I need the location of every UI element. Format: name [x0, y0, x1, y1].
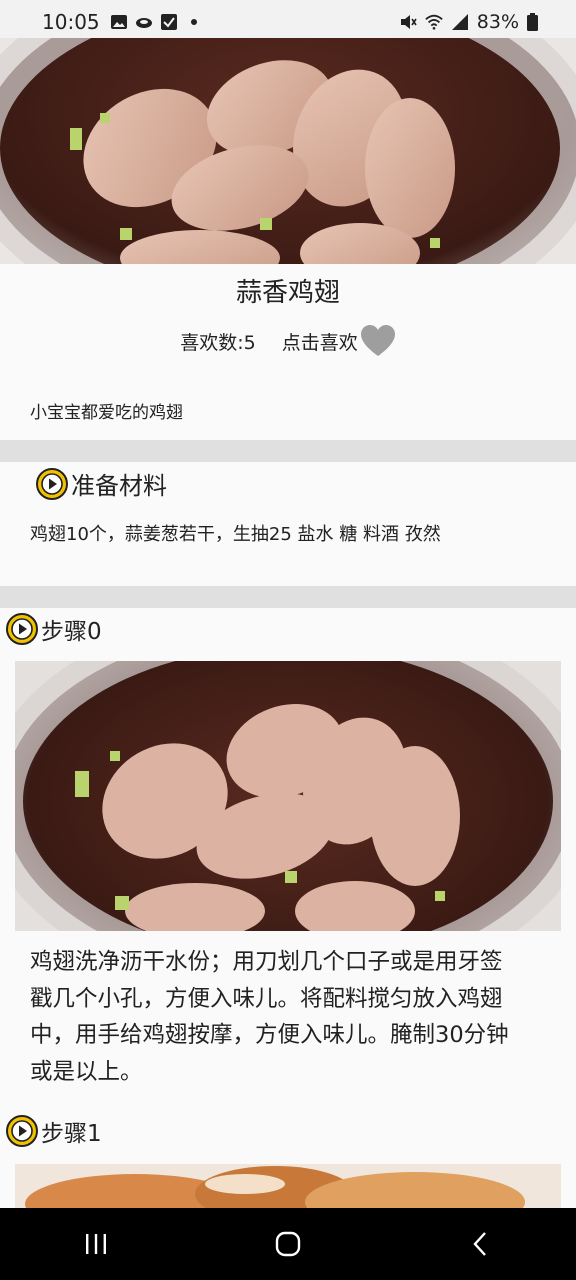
system-navbar	[0, 1208, 576, 1280]
back-icon	[473, 1232, 486, 1256]
step-text-line: 或是以上。	[30, 1058, 143, 1085]
battery-percent: 83%	[476, 11, 519, 33]
step-text-line: 鸡翅洗净沥干水份；用刀划几个口子或是用牙签	[30, 949, 503, 975]
play-circle-icon	[6, 613, 38, 645]
play-circle-icon	[36, 467, 68, 500]
like-row: 喜欢数:5 点击喜欢	[0, 324, 576, 358]
gallery-icon	[110, 15, 127, 29]
recipe-description: 小宝宝都爱吃的鸡翅	[30, 403, 183, 423]
step-label: 步骤0	[41, 619, 102, 645]
like-button-label: 点击喜欢	[281, 331, 358, 354]
status-time: 10:05	[42, 10, 100, 34]
back-button[interactable]	[450, 1214, 510, 1274]
mute-icon	[400, 15, 417, 29]
materials-section: 准备材料 鸡翅10个，蒜姜葱若干，生抽25 盐水 糖 料酒 孜然	[0, 462, 576, 586]
materials-text: 鸡翅10个，蒜姜葱若干，生抽25 盐水 糖 料酒 孜然	[30, 524, 441, 545]
battery-icon	[527, 13, 538, 31]
wifi-icon	[425, 14, 443, 30]
step-image	[15, 1164, 561, 1208]
step-text-line: 中，用手给鸡翅按摩，方便入味儿。腌制30分钟	[30, 1022, 509, 1048]
step-description: 鸡翅洗净沥干水份；用刀划几个口子或是用牙签 戳几个小孔，方便入味儿。将配料搅匀放…	[30, 944, 576, 1090]
step-image	[15, 661, 561, 931]
divider	[0, 586, 576, 608]
step-header: 步骤1	[5, 1114, 102, 1148]
steps-section: 步骤0 鸡翅洗净沥干水份；用刀划几个口子或是用牙签 戳几个小孔，方便入味儿。将配…	[0, 608, 576, 1208]
checkbox-icon	[160, 14, 177, 30]
recent-apps-icon	[86, 1234, 106, 1254]
home-button[interactable]	[258, 1214, 318, 1274]
materials-heading: 准备材料	[71, 472, 167, 500]
heart-icon	[360, 325, 395, 356]
recipe-title: 蒜香鸡翅	[235, 278, 340, 308]
divider	[0, 440, 576, 462]
recipe-hero-image	[0, 38, 576, 264]
cloud-icon	[135, 18, 152, 28]
play-circle-icon	[6, 1115, 38, 1147]
step-text-line: 戳几个小孔，方便入味儿。将配料搅匀放入鸡翅	[30, 985, 503, 1012]
materials-header: 准备材料	[35, 466, 167, 501]
recipe-header: 蒜香鸡翅 喜欢数:5 点击喜欢 小宝宝都爱吃的鸡翅	[0, 264, 576, 440]
signal-icon	[451, 14, 468, 30]
step-label: 步骤1	[41, 1121, 102, 1147]
like-button[interactable]: 点击喜欢	[282, 324, 396, 358]
home-icon	[275, 1231, 301, 1257]
step-header: 步骤0	[5, 612, 102, 646]
recent-apps-button[interactable]	[66, 1214, 126, 1274]
dot-icon	[190, 19, 197, 25]
like-count: 喜欢数:5	[180, 331, 256, 354]
